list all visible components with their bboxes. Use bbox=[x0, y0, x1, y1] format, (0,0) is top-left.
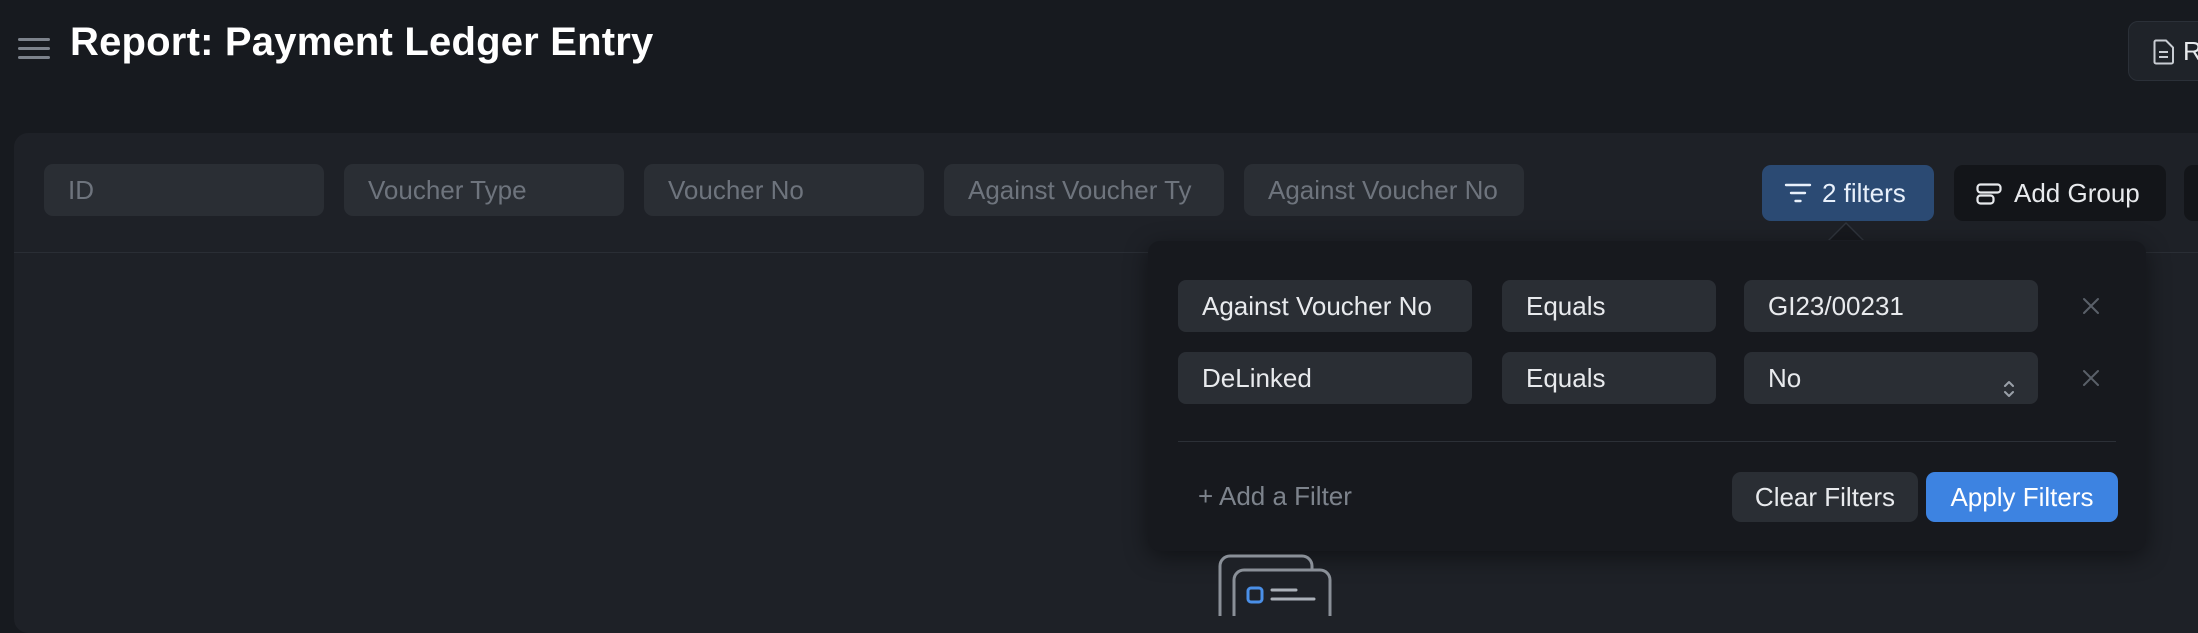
filter-row-2-operator[interactable]: Equals bbox=[1502, 352, 1716, 404]
filter-input-against-voucher-type[interactable]: Against Voucher Ty bbox=[944, 164, 1224, 216]
filter-icon bbox=[1784, 182, 1812, 209]
filters-button-label: 2 filters bbox=[1822, 178, 1906, 208]
document-icon bbox=[2153, 39, 2175, 70]
filter-row-2-value: No bbox=[1768, 363, 1802, 393]
empty-list-icon bbox=[1218, 554, 1334, 633]
apply-filters-button[interactable]: Apply Filters bbox=[1926, 472, 2118, 522]
remove-filter-row-1-close-icon[interactable] bbox=[2082, 297, 2100, 315]
filter-row-1-operator[interactable]: Equals bbox=[1502, 280, 1716, 332]
filter-input-against-voucher-no[interactable]: Against Voucher No bbox=[1244, 164, 1524, 216]
filter-row-2-value-select[interactable]: No bbox=[1744, 352, 2038, 404]
popover-caret-inner bbox=[1830, 224, 1862, 240]
menu-hamburger-icon[interactable] bbox=[18, 34, 50, 62]
filter-input-voucher-type[interactable]: Voucher Type bbox=[344, 164, 624, 216]
page-title: Report: Payment Ledger Entry bbox=[70, 20, 654, 64]
toolbar-overflow-button[interactable] bbox=[2184, 165, 2198, 221]
filters-button[interactable]: 2 filters bbox=[1762, 165, 1934, 221]
filter-input-id[interactable]: ID bbox=[44, 164, 324, 216]
clear-filters-button[interactable]: Clear Filters bbox=[1732, 472, 1918, 522]
filter-input-voucher-no[interactable]: Voucher No bbox=[644, 164, 924, 216]
filter-popover: Against Voucher No Equals GI23/00231 DeL… bbox=[1148, 241, 2146, 551]
filter-row-1-field[interactable]: Against Voucher No bbox=[1178, 280, 1472, 332]
chevron-updown-icon bbox=[2002, 366, 2016, 404]
popover-divider bbox=[1178, 441, 2116, 442]
filter-row-1-value[interactable]: GI23/00231 bbox=[1744, 280, 2038, 332]
report-action-label: R bbox=[2183, 36, 2198, 66]
add-group-label: Add Group bbox=[2014, 178, 2140, 208]
report-action-button[interactable]: R bbox=[2128, 21, 2198, 81]
add-group-button[interactable]: Add Group bbox=[1954, 165, 2166, 221]
filter-row-2-field[interactable]: DeLinked bbox=[1178, 352, 1472, 404]
group-icon bbox=[1976, 183, 2002, 210]
remove-filter-row-2-close-icon[interactable] bbox=[2082, 369, 2100, 387]
add-filter-link[interactable]: + Add a Filter bbox=[1198, 481, 1352, 512]
